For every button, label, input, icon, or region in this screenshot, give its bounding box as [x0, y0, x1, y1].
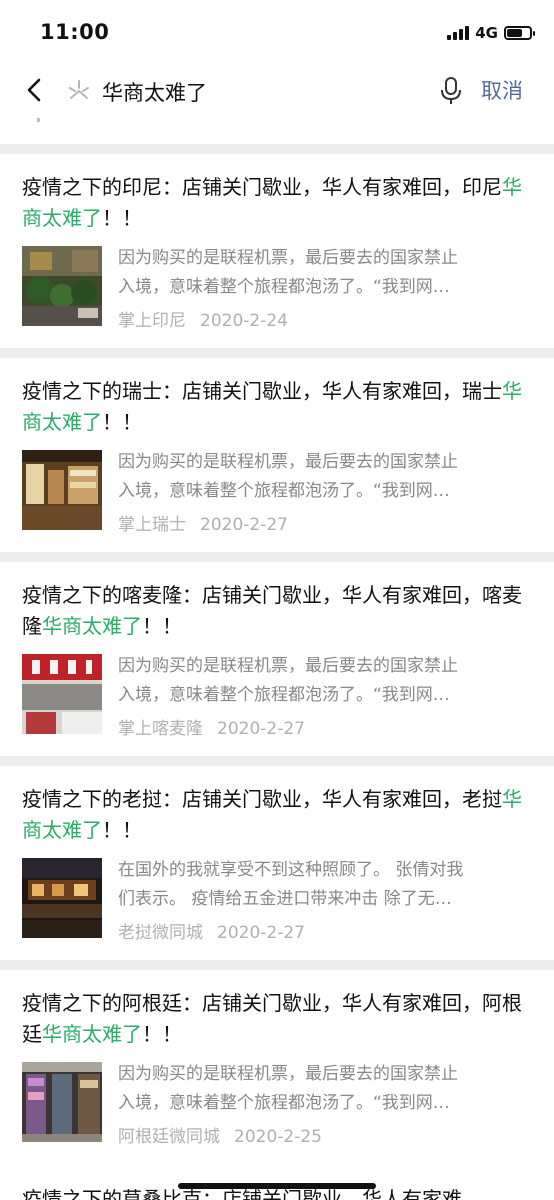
- status-bar: 11:00 4G: [0, 0, 554, 62]
- result-source: 阿根廷微同城 2020-2-25: [118, 1122, 322, 1147]
- result-item[interactable]: 疫情之下的老挝：店铺关门歇业，华人有家难回，老挝华商太难了！！ 在国外的我就享受…: [0, 766, 554, 960]
- signal-icon: [447, 26, 470, 40]
- status-indicators: 4G: [447, 22, 535, 44]
- publish-date: 2020-2-27: [217, 719, 305, 739]
- publish-date: 2020-2-27: [217, 923, 305, 943]
- network-label: 4G: [475, 24, 498, 42]
- publish-date: 2020-2-25: [234, 1127, 322, 1147]
- result-snippet: 因为购买的是联程机票，最后要去的国家禁止 入境，意味着整个旅程都泡汤了。“我到网…: [118, 248, 458, 297]
- result-source: 老挝微同城 2020-2-27: [118, 918, 305, 943]
- search-input[interactable]: 华商太难了: [64, 70, 464, 110]
- result-source: 掌上瑞士 2020-2-27: [118, 510, 288, 535]
- title-highlight: 华商太难了: [42, 1022, 142, 1046]
- result-title: 疫情之下的喀麦隆：店铺关门歇业，华人有家难回，喀麦隆华商太难了！！: [22, 583, 522, 638]
- result-snippet: 在国外的我就享受不到这种照顾了。 张倩对我 们表示。 疫情给五金进口带来冲击 除…: [118, 860, 464, 909]
- search-query-text: 华商太难了: [102, 81, 207, 105]
- result-snippet: 因为购买的是联程机票，最后要去的国家禁止 入境，意味着整个旅程都泡汤了。“我到网…: [118, 452, 458, 501]
- result-title: 疫情之下的印尼：店铺关门歇业，华人有家难回，印尼华商太难了！！: [22, 175, 522, 230]
- battery-icon: [504, 26, 535, 40]
- result-snippet: 因为购买的是联程机票，最后要去的国家禁止 入境，意味着整个旅程都泡汤了。“我到网…: [118, 656, 458, 705]
- result-item[interactable]: 疫情之下的印尼：店铺关门歇业，华人有家难回，印尼华商太难了！！ 因为购买的是联程…: [0, 154, 554, 348]
- source-name: 掌上瑞士: [118, 515, 186, 535]
- result-item[interactable]: 疫情之下的瑞士：店铺关门歇业，华人有家难回，瑞士华商太难了！！ 因为购买的是联程…: [0, 358, 554, 552]
- source-name: 阿根廷微同城: [118, 1127, 220, 1147]
- back-chevron-icon[interactable]: [22, 76, 50, 104]
- result-title: 疫情之下的瑞士：店铺关门歇业，华人有家难回，瑞士华商太难了！！: [22, 379, 522, 434]
- microphone-icon[interactable]: [440, 77, 462, 105]
- result-title: 疫情之下的老挝：店铺关门歇业，华人有家难回，老挝华商太难了！！: [22, 787, 522, 842]
- title-highlight: 华商太难了: [42, 614, 142, 638]
- source-name: 老挝微同城: [118, 923, 203, 943]
- previous-result-partial[interactable]: [0, 118, 554, 144]
- source-name: 掌上喀麦隆: [118, 719, 203, 739]
- search-header: 华商太难了 取消: [0, 62, 554, 118]
- result-source: 掌上印尼 2020-2-24: [118, 306, 288, 331]
- next-result-partial[interactable]: 疫情之下的莫桑比克：店铺关门歇业，华人有家难: [0, 1164, 554, 1200]
- result-thumbnail: [22, 450, 102, 530]
- search-results-list: 疫情之下的印尼：店铺关门歇业，华人有家难回，印尼华商太难了！！ 因为购买的是联程…: [0, 154, 554, 1174]
- publish-date: 2020-2-27: [200, 515, 288, 535]
- source-name: 掌上印尼: [118, 311, 186, 331]
- cancel-button[interactable]: 取消: [481, 75, 523, 105]
- result-thumbnail: [22, 858, 102, 938]
- result-source: 掌上喀麦隆 2020-2-27: [118, 714, 305, 739]
- result-item[interactable]: 疫情之下的喀麦隆：店铺关门歇业，华人有家难回，喀麦隆华商太难了！！ 因为购买的是…: [0, 562, 554, 756]
- result-snippet: 因为购买的是联程机票，最后要去的国家禁止 入境，意味着整个旅程都泡汤了。“我到网…: [118, 1064, 458, 1113]
- sogou-search-icon: [69, 80, 89, 99]
- result-thumbnail: [22, 246, 102, 326]
- result-item[interactable]: 疫情之下的阿根廷：店铺关门歇业，华人有家难回，阿根廷华商太难了！！ 因为购买的是…: [0, 970, 554, 1164]
- result-thumbnail: [22, 654, 102, 734]
- result-title: 疫情之下的阿根廷：店铺关门歇业，华人有家难回，阿根廷华商太难了！！: [22, 991, 522, 1046]
- publish-date: 2020-2-24: [200, 311, 288, 331]
- home-indicator[interactable]: [178, 1183, 376, 1189]
- status-time: 11:00: [40, 20, 110, 44]
- result-thumbnail: [22, 1062, 102, 1142]
